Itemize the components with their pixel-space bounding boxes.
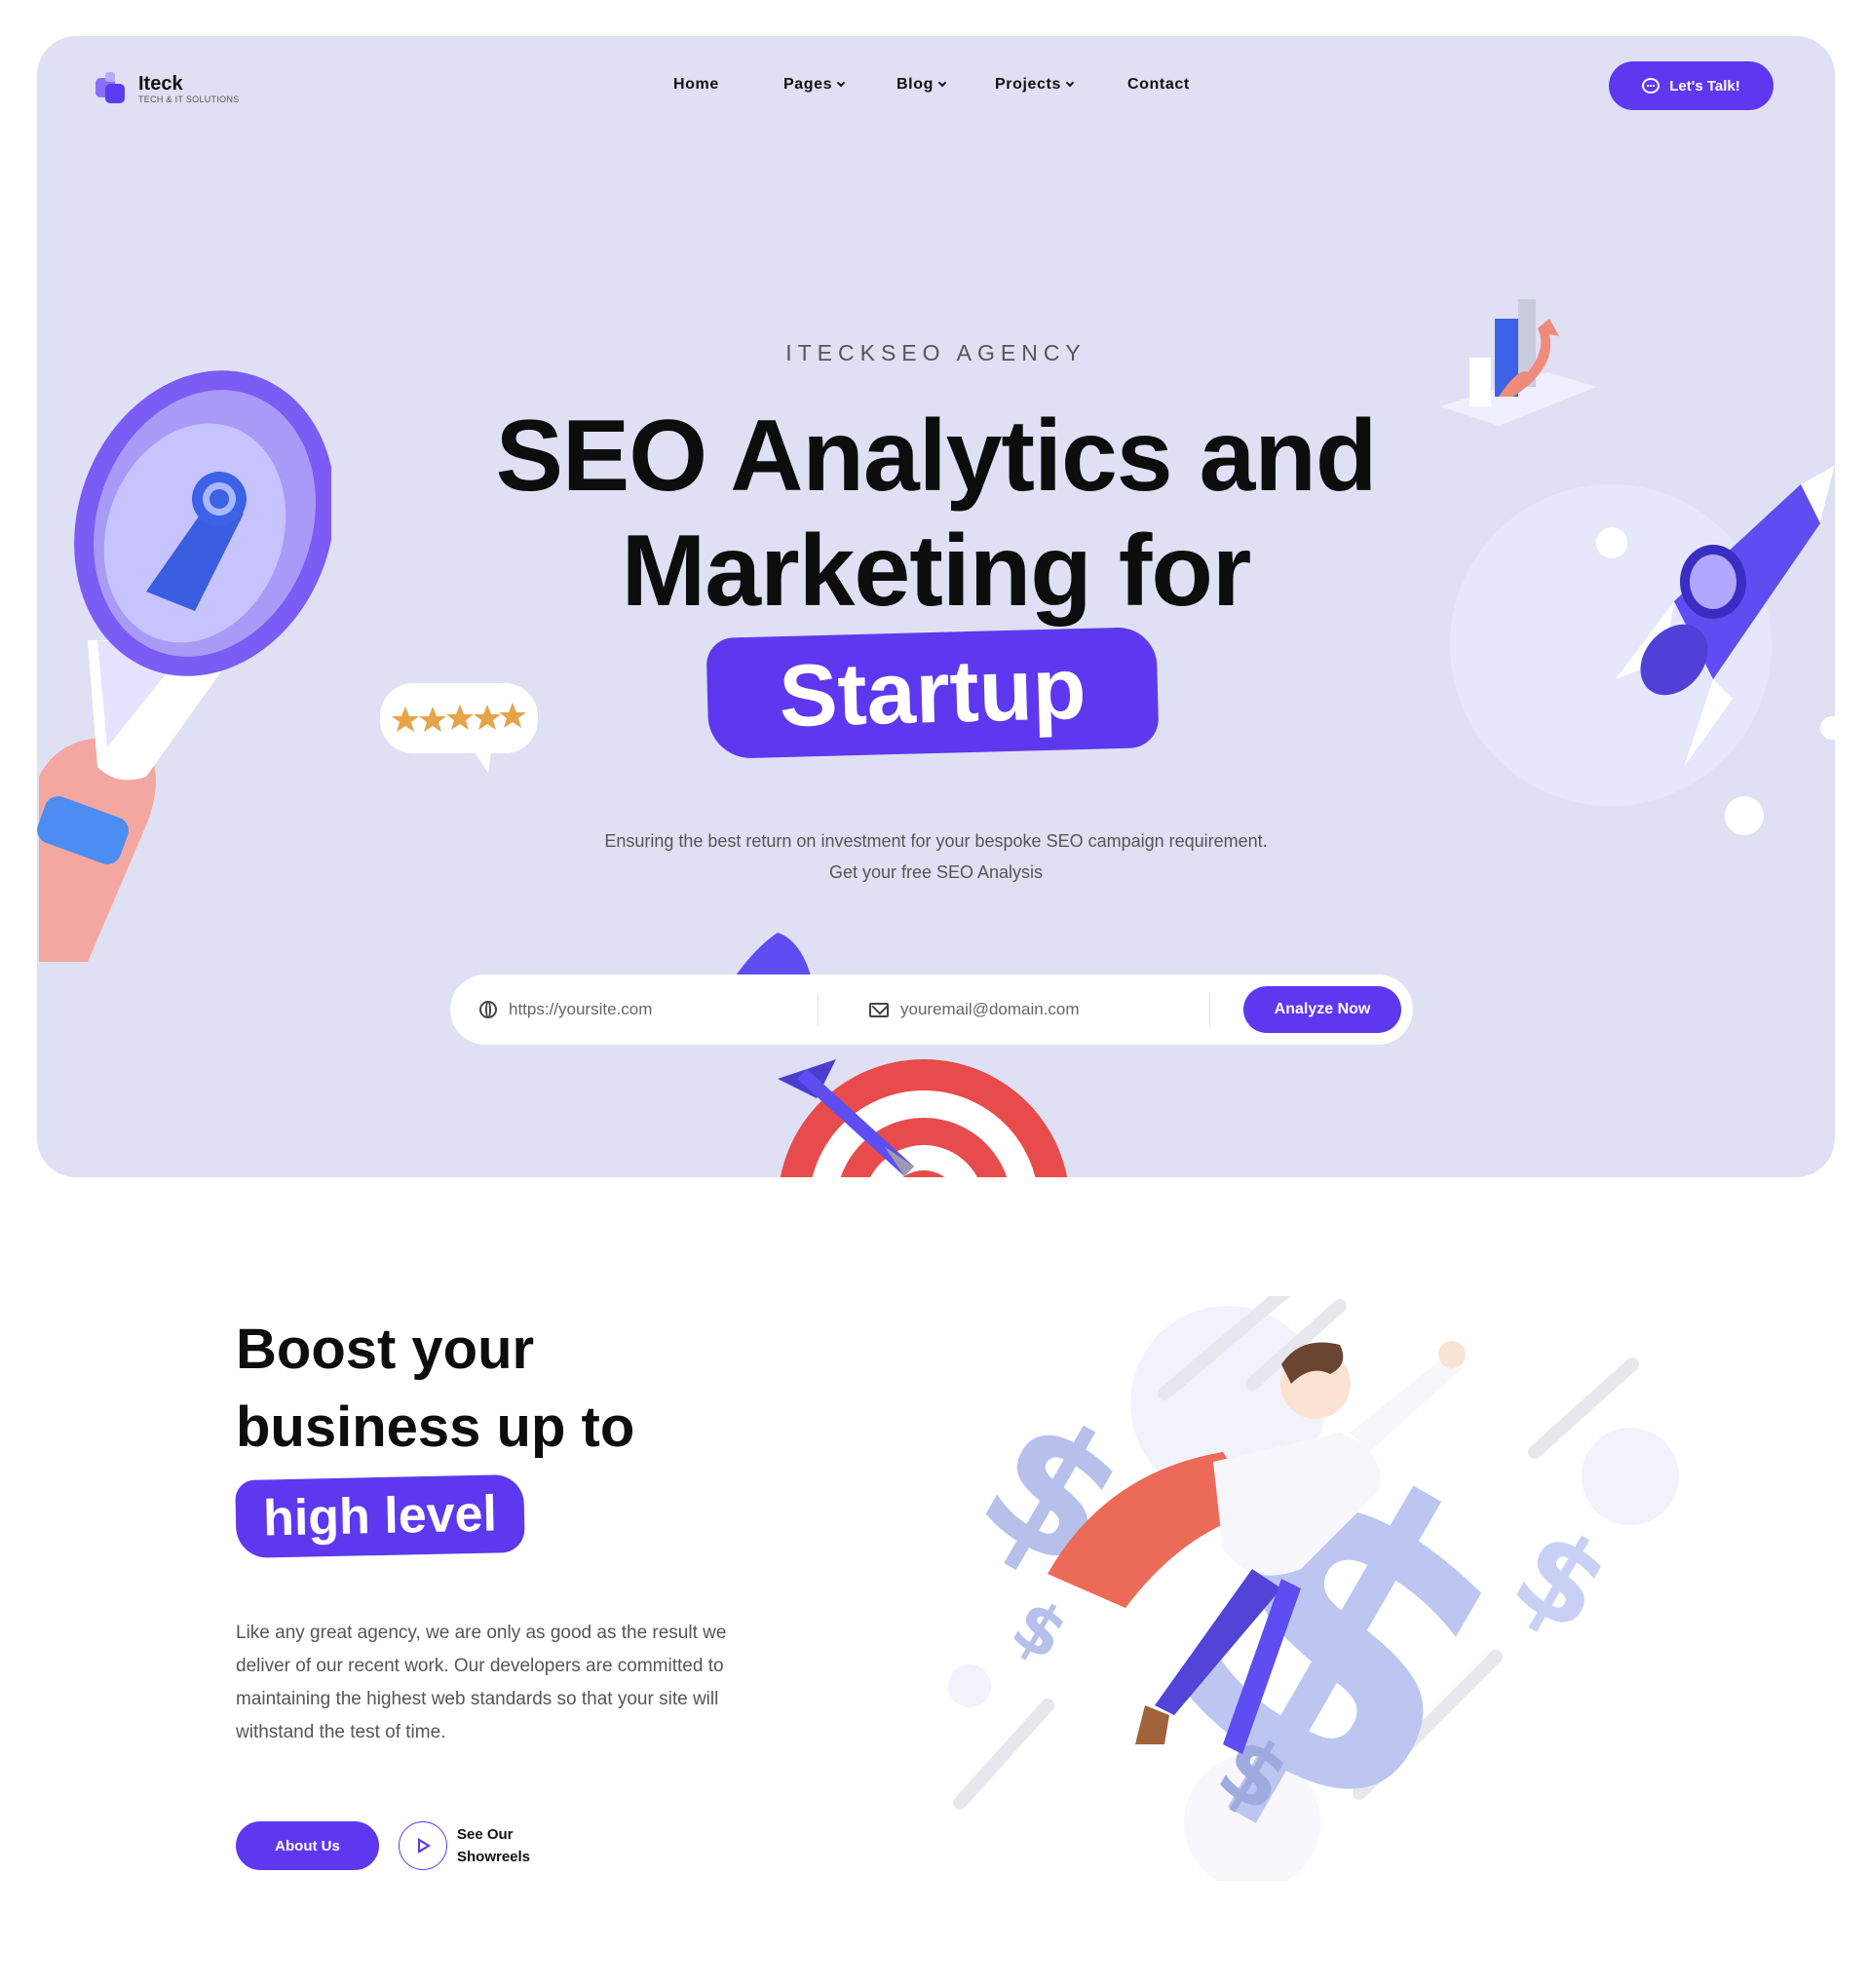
brand-name: Iteck [138,73,183,95]
headline-line-2: Marketing for [621,515,1252,628]
lets-talk-label: Let's Talk! [1669,77,1740,95]
nav-item-label: Pages [783,76,833,93]
target-dart-illustration [700,933,1068,1177]
lets-talk-button[interactable]: Let's Talk! [1609,61,1774,110]
chevron-down-icon [937,78,947,88]
svg-text:$: $ [1000,1584,1081,1676]
nav-item-label: Contact [1127,76,1190,93]
globe-icon [479,1001,497,1018]
about-title-line-1: Boost your [236,1318,535,1381]
hero-subtitle: Ensuring the best return on investment f… [37,825,1835,888]
about-title: Boost your business up to [236,1311,634,1467]
website-url-field[interactable]: https://yoursite.com [450,993,819,1026]
play-icon[interactable] [399,1821,447,1870]
brand-tagline: TECH & IT SOLUTIONS [138,95,240,104]
nav-item-label: Home [673,76,719,93]
nav-item-label: Blog [896,76,934,93]
hero-eyebrow: ITECKSEO AGENCY [785,340,1087,365]
analyze-now-button[interactable]: Analyze Now [1243,986,1401,1033]
subtitle-line-1: Ensuring the best return on investment f… [604,831,1268,851]
hero-section: Iteck TECH & IT SOLUTIONS Home Pages Blo… [37,36,1835,1177]
showreel-label: See Our Showreels [457,1826,531,1865]
logo-mark-icon [95,72,127,105]
hero-headline: SEO Analytics and Marketing for [37,399,1835,629]
headline-line-1: SEO Analytics and [495,400,1378,513]
about-title-line-2: business up to [236,1395,635,1459]
nav-item-pages[interactable]: Pages [783,76,846,94]
nav-item-home[interactable]: Home [673,76,719,94]
seo-analysis-form: https://yoursite.com youremail@domain.co… [450,975,1413,1045]
nav-item-projects[interactable]: Projects [995,76,1075,94]
subtitle-line-2: Get your free SEO Analysis [828,862,1044,882]
showreel-link[interactable]: See Our Showreels [399,1821,545,1870]
about-us-button[interactable]: About Us [236,1821,379,1870]
headline-highlight: Startup [706,626,1160,760]
nav-item-label: Projects [995,76,1061,93]
chevron-down-icon [1065,78,1075,88]
email-placeholder: youremail@domain.com [900,1000,1080,1018]
website-url-placeholder: https://yoursite.com [509,1000,653,1018]
top-navbar: Iteck TECH & IT SOLUTIONS Home Pages Blo… [37,36,1835,153]
nav-item-blog[interactable]: Blog [896,76,947,94]
chevron-down-icon [836,78,846,88]
rating-stars-bubble [380,683,538,773]
chat-icon [1642,78,1660,94]
nav-item-contact[interactable]: Contact [1127,76,1190,94]
about-description: Like any great agency, we are only as go… [236,1623,727,1742]
email-field[interactable]: youremail@domain.com [819,993,1210,1026]
superhero-dollar-illustration: $ $ $ $ $ [948,1296,1679,1881]
about-title-highlight: high level [235,1473,525,1559]
mail-icon [869,1002,889,1017]
brand-logo[interactable]: Iteck TECH & IT SOLUTIONS [95,72,240,105]
